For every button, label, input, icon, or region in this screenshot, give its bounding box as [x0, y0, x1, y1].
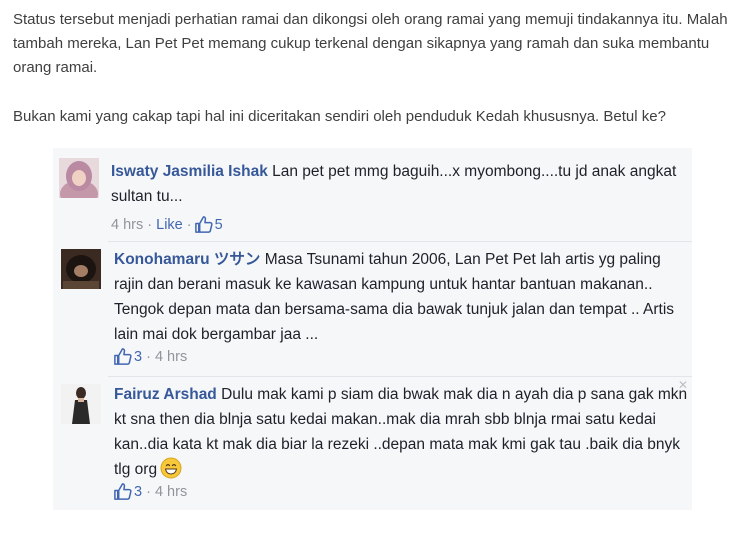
avatar[interactable]: [59, 158, 99, 198]
thumbs-up-icon: [194, 216, 213, 233]
comment-time[interactable]: 4 hrs: [155, 484, 187, 500]
thumbs-up-icon: [114, 483, 132, 500]
comment-divider: [108, 376, 692, 377]
facebook-comments-embed: Iswaty Jasmilia Ishak Lan pet pet mmg ba…: [53, 148, 692, 510]
like-link[interactable]: Like: [156, 217, 183, 233]
comment-meta: 3 · 4 hrs: [113, 347, 187, 366]
grinning-emoji-icon: [160, 457, 182, 479]
thumbs-up-icon: [114, 348, 132, 365]
commenter-name[interactable]: Iswaty Jasmilia Ishak: [111, 163, 268, 180]
comment-divider: [108, 241, 692, 242]
comment-1: Iswaty Jasmilia Ishak Lan pet pet mmg ba…: [53, 148, 692, 236]
article-paragraph-1: Status tersebut menjadi perhatian ramai …: [13, 11, 728, 76]
comment-time[interactable]: 4 hrs: [155, 349, 187, 365]
comment-meta: 4 hrs · Like · 5: [111, 216, 223, 233]
like-count[interactable]: 3: [134, 349, 142, 365]
comment-3: ✕ Fairuz Arshad Dulu mak kami p siam dia…: [53, 378, 692, 510]
article-paragraph-2: Bukan kami yang cakap tapi hal ini dicer…: [13, 108, 666, 125]
like-count[interactable]: 5: [215, 217, 223, 233]
comment-time[interactable]: 4 hrs: [111, 217, 143, 233]
avatar-image-icon: [59, 158, 99, 198]
comment-meta: 3 · 4 hrs: [113, 482, 187, 501]
avatar[interactable]: [61, 384, 101, 424]
commenter-name[interactable]: Fairuz Arshad: [114, 386, 217, 403]
avatar[interactable]: [61, 249, 101, 289]
like-count[interactable]: 3: [134, 484, 142, 500]
comment-2: Konohamaru ツサン Masa Tsunami tahun 2006, …: [53, 243, 692, 373]
avatar-image-icon: [61, 249, 101, 289]
avatar-image-icon: [61, 384, 101, 424]
commenter-name[interactable]: Konohamaru ツサン: [114, 251, 260, 268]
